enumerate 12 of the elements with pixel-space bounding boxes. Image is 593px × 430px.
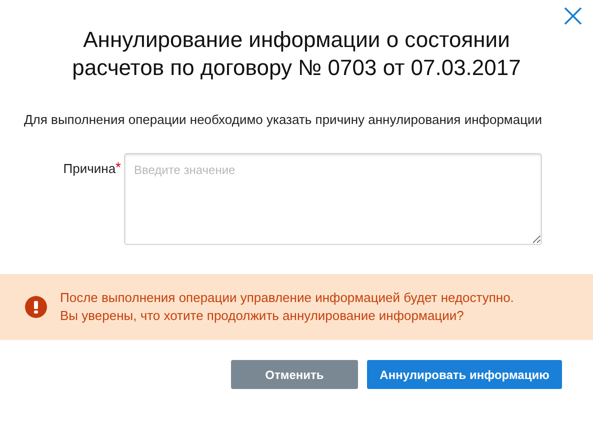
dialog-title: расчетов по договору № 0703 от 07.03.2017 [72,54,521,82]
warning-text: После выполнения операции управление информацией будет недоступно. [60,289,514,307]
dialog-title: Аннулирование информации о состоянии [83,26,510,54]
required-mark: * [116,161,121,173]
close-icon [563,6,583,26]
cancel-button[interactable]: Отменить [231,360,358,389]
field-label: Причина [63,161,116,177]
alert-icon [25,296,47,318]
reason-field[interactable]: Введите значение [124,153,542,245]
description-text: Для выполнения операции необходимо указать причину аннулирования информации [24,111,544,128]
warning-text: Вы уверены, что хотите продолжить аннулирование информации? [60,307,465,325]
confirm-button[interactable]: Аннулировать информацию [367,360,562,389]
